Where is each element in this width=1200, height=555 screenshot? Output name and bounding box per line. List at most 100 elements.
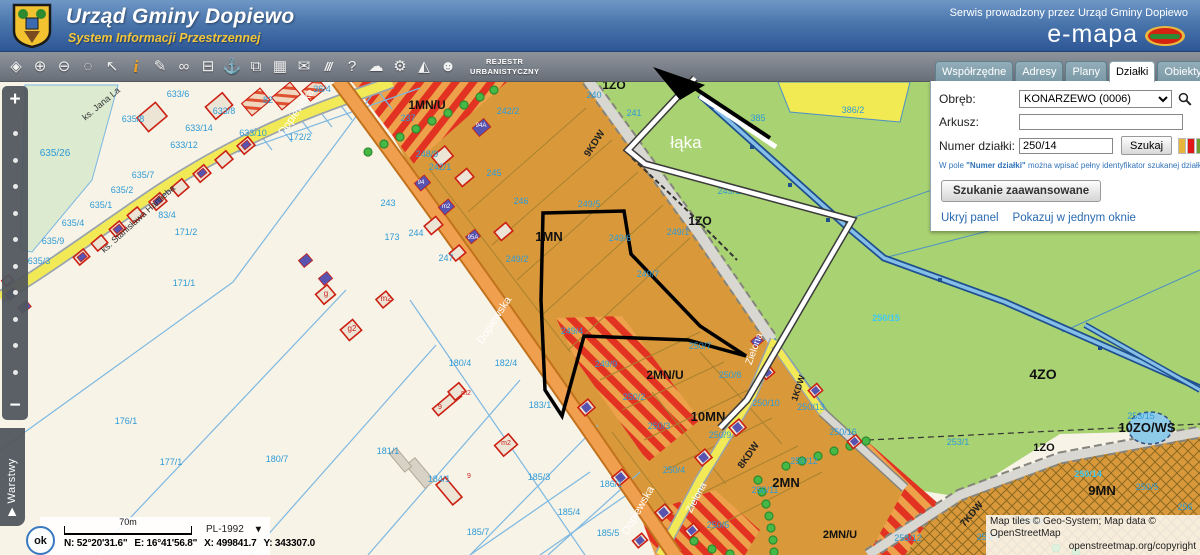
tree-dot bbox=[770, 548, 778, 555]
map-label: 244 bbox=[408, 228, 423, 238]
map-label: 256 bbox=[1177, 502, 1192, 512]
feedback-icon[interactable]: ☻ bbox=[436, 53, 460, 81]
geosystem-logo-icon bbox=[1144, 25, 1186, 47]
legend-swatch bbox=[1196, 138, 1200, 154]
ok-button[interactable]: ok bbox=[26, 526, 55, 555]
map-label: 2MN/U bbox=[823, 529, 857, 541]
info-icon[interactable]: i bbox=[124, 53, 148, 81]
tab-adresy[interactable]: Adresy bbox=[1015, 61, 1063, 81]
zoom-plus-button[interactable]: + bbox=[9, 90, 20, 110]
map-label: 185/5 bbox=[597, 528, 620, 538]
arkusz-input[interactable] bbox=[1019, 114, 1183, 130]
zoom-in-icon[interactable]: ⊕ bbox=[28, 53, 52, 81]
service-note: Serwis prowadzony przez Urząd Gminy Dopi… bbox=[950, 7, 1188, 19]
map-label: 386/2 bbox=[842, 105, 865, 115]
zoom-level-dot[interactable] bbox=[13, 211, 18, 216]
map-label: 173 bbox=[384, 232, 399, 242]
tree-dot bbox=[862, 437, 870, 445]
map-label: 249/2 bbox=[506, 254, 529, 264]
zoom-level-dot[interactable] bbox=[13, 131, 18, 136]
zoom-minus-button[interactable]: − bbox=[9, 396, 20, 416]
zoom-level-dot[interactable] bbox=[13, 237, 18, 242]
help-icon[interactable]: ? bbox=[340, 53, 364, 81]
zoom-level-dot[interactable] bbox=[13, 184, 18, 189]
map-label: 250/8 bbox=[719, 370, 742, 380]
cloud-icon[interactable]: ☁ bbox=[364, 53, 388, 81]
hide-panel-link[interactable]: Ukryj panel bbox=[941, 212, 999, 224]
map-label: 82 bbox=[263, 95, 273, 105]
copy-view-icon[interactable]: ⧉ bbox=[244, 53, 268, 81]
measure-icon[interactable]: ✎ bbox=[148, 53, 172, 81]
prism-icon[interactable]: ◭ bbox=[412, 53, 436, 81]
map-label: 241 bbox=[626, 108, 641, 118]
status-bar: 70m PL-1992 ▾ N: 52°20'31.6"E: 16°41'56.… bbox=[40, 517, 270, 555]
map-label: 249/9 bbox=[595, 359, 618, 369]
tab-działki[interactable]: Działki bbox=[1109, 61, 1155, 82]
obreb-label: Obręb: bbox=[939, 92, 1019, 106]
map-label: 95A bbox=[468, 235, 479, 241]
zoom-level-dot[interactable] bbox=[13, 290, 18, 295]
legend-swatches bbox=[1178, 138, 1200, 154]
scale-label: 70m bbox=[65, 517, 191, 527]
map-label: 177/1 bbox=[160, 457, 183, 467]
map-label: 250/5 bbox=[1136, 482, 1159, 492]
map-label: 249/6 bbox=[609, 233, 632, 243]
map-label: 250/15 bbox=[872, 313, 900, 323]
tree-dot bbox=[460, 101, 468, 109]
zoom-control: + − bbox=[2, 86, 28, 420]
layers-icon[interactable]: ◈ bbox=[4, 53, 28, 81]
obreb-select[interactable]: KONARZEWO (0006) bbox=[1019, 90, 1172, 108]
zoom-level-dot[interactable] bbox=[13, 317, 18, 322]
layers-panel-tab[interactable]: ▶ Warstwy bbox=[0, 428, 25, 526]
map-label: g bbox=[324, 289, 328, 298]
map-label: 249/5 bbox=[578, 199, 601, 209]
szukaj-button[interactable]: Szukaj bbox=[1121, 136, 1172, 155]
message-icon[interactable]: ✉ bbox=[292, 53, 316, 81]
map-label: 250/10 bbox=[752, 398, 780, 408]
anchor-icon[interactable]: ⚓ bbox=[220, 53, 244, 81]
map-label: 10MN bbox=[691, 409, 726, 424]
tab-plany[interactable]: Plany bbox=[1065, 61, 1107, 81]
parallel-lines-icon[interactable]: /// bbox=[316, 53, 340, 81]
map-label: 94A bbox=[476, 123, 487, 129]
rejestr-urbanistyczny-button[interactable]: REJESTR URBANISTYCZNY bbox=[470, 57, 539, 76]
map-label: 184/1 bbox=[428, 474, 451, 484]
tab-obiekty[interactable]: Obiekty bbox=[1157, 61, 1200, 81]
numer-dzialki-label: Numer działki: bbox=[939, 139, 1019, 153]
select-area-icon[interactable]: ◌ bbox=[76, 53, 100, 81]
zoom-level-dot[interactable] bbox=[13, 158, 18, 163]
map-label: 171/2 bbox=[175, 227, 198, 237]
tab-współrzędne[interactable]: Współrzędne bbox=[935, 61, 1013, 81]
map-label: 250/14 bbox=[1074, 469, 1102, 479]
map-label: 633/14 bbox=[185, 123, 213, 133]
map-label: 633/8 bbox=[213, 106, 236, 116]
municipality-crest bbox=[10, 3, 54, 49]
map-label: 2MN bbox=[772, 475, 799, 490]
split-view-icon[interactable]: ▦ bbox=[268, 53, 292, 81]
advanced-search-button[interactable]: Szukanie zaawansowane bbox=[941, 180, 1101, 202]
tree-dot bbox=[830, 447, 838, 455]
map-label: 1ZO bbox=[688, 214, 711, 228]
link-icon[interactable]: ∞ bbox=[172, 53, 196, 81]
map-label: 176/1 bbox=[115, 416, 138, 426]
map-label: 1MN bbox=[535, 229, 562, 244]
print-icon[interactable]: ⊟ bbox=[196, 53, 220, 81]
single-window-link[interactable]: Pokazuj w jednym oknie bbox=[1013, 212, 1136, 224]
search-icon[interactable] bbox=[1178, 92, 1192, 106]
attribution-link[interactable]: openstreetmap.org/copyright bbox=[990, 541, 1196, 554]
numer-dzialki-input[interactable] bbox=[1019, 138, 1113, 154]
zoom-level-dot[interactable] bbox=[13, 343, 18, 348]
map-label: 171/1 bbox=[173, 278, 196, 288]
zoom-out-icon[interactable]: ⊖ bbox=[52, 53, 76, 81]
tree-dot bbox=[490, 86, 498, 94]
map-label: 635/26 bbox=[40, 148, 71, 159]
settings-icon[interactable]: ⚙ bbox=[388, 53, 412, 81]
zoom-level-dot[interactable] bbox=[13, 370, 18, 375]
app-subtitle: System Informacji Przestrzennej bbox=[68, 31, 260, 45]
zoom-level-dot[interactable] bbox=[13, 264, 18, 269]
cursor-icon[interactable]: ↖ bbox=[100, 53, 124, 81]
map-label: 246 bbox=[513, 196, 528, 206]
legend-swatch bbox=[1178, 138, 1186, 154]
map-label: 182/4 bbox=[495, 358, 518, 368]
crs-dropdown-chevron-icon[interactable]: ▾ bbox=[256, 524, 261, 535]
